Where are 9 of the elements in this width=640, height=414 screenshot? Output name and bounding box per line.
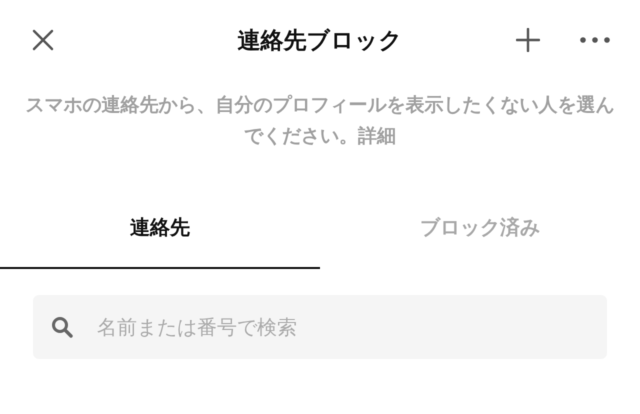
close-icon[interactable]: [32, 29, 54, 51]
plus-icon[interactable]: [516, 28, 540, 52]
description-text: スマホの連絡先から、自分のプロフィールを表示したくない人を選んでください。詳細: [24, 93, 616, 149]
search-field[interactable]: 名前または番号で検索: [33, 295, 607, 359]
tab[interactable]: 連絡先: [0, 202, 320, 269]
details-link[interactable]: 詳細: [358, 125, 396, 147]
more-icon[interactable]: [580, 37, 610, 43]
window-title: 連絡先ブロック: [238, 26, 402, 56]
tab[interactable]: ブロック済み: [320, 202, 640, 269]
